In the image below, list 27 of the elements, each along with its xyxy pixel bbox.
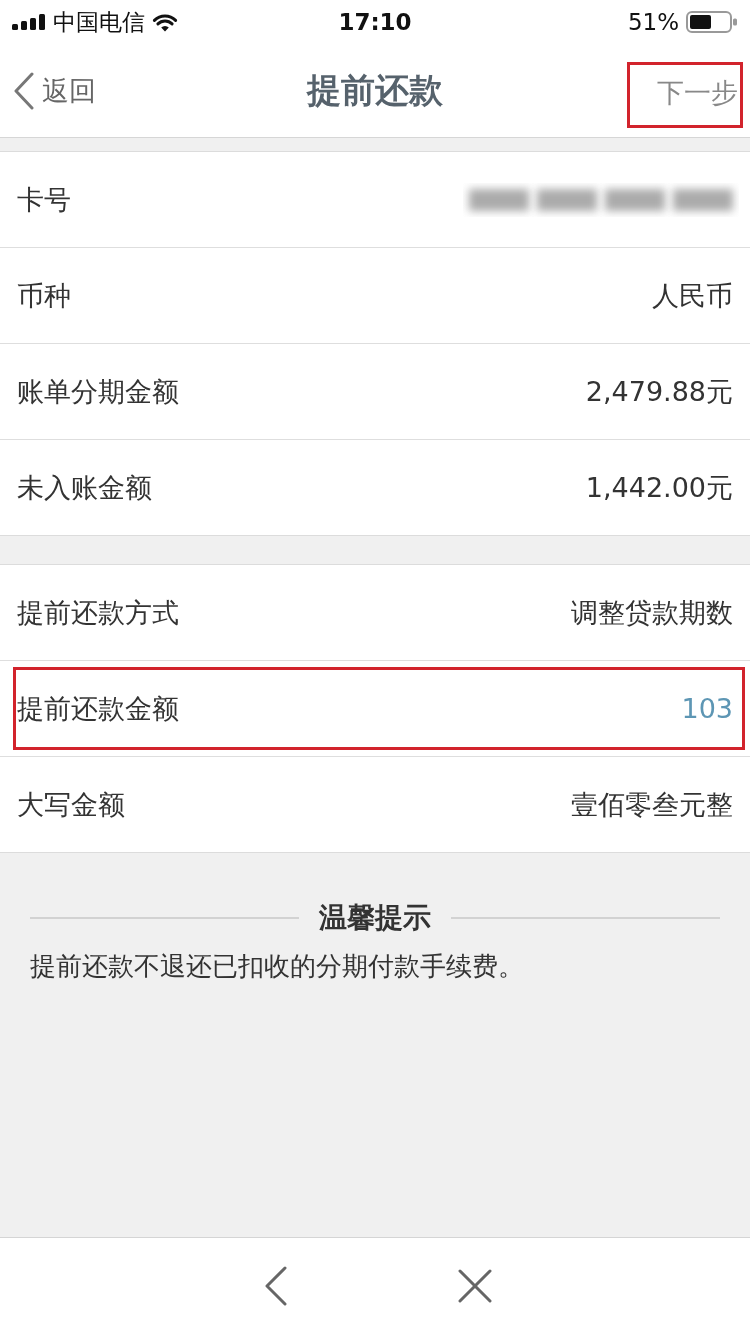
next-button[interactable]: 下一步 [657, 75, 738, 110]
battery-icon [686, 11, 738, 33]
field-label: 卡号 [17, 182, 71, 217]
field-label: 未入账金额 [17, 470, 152, 505]
close-icon[interactable] [458, 1269, 492, 1303]
tips-text: 提前还款不退还已扣收的分期付款手续费。 [30, 950, 525, 983]
field-value: 2,479.88元 [585, 374, 733, 409]
field-label: 提前还款金额 [17, 691, 179, 726]
wifi-icon [152, 12, 178, 32]
amount-input[interactable]: 103 [681, 693, 733, 724]
field-label: 提前还款方式 [17, 595, 179, 630]
field-value: 调整贷款期数 [571, 595, 733, 630]
field-value: 1,442.00元 [585, 470, 733, 505]
back-button[interactable]: 返回 [0, 71, 96, 110]
page-title: 提前还款 [307, 68, 443, 112]
battery-percent: 51% [627, 9, 679, 35]
field-label: 币种 [17, 278, 71, 313]
carrier-name: 中国电信 [53, 7, 145, 37]
field-label: 账单分期金额 [17, 374, 179, 409]
signal-icon [12, 14, 46, 30]
field-value: 人民币 [652, 278, 733, 313]
field-label: 大写金额 [17, 787, 125, 822]
status-time: 17:10 [338, 9, 412, 35]
field-value: 壹佰零叁元整 [571, 787, 733, 822]
chevron-left-icon [13, 71, 35, 110]
chevron-left-icon[interactable] [264, 1266, 288, 1306]
tips-title: 温馨提示 [319, 900, 431, 936]
